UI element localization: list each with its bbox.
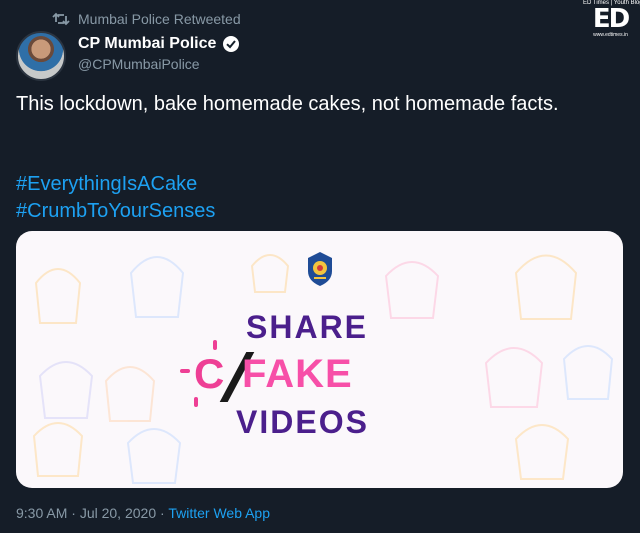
spark-mark [213, 340, 217, 350]
tweet-footer: 9:30 AM · Jul 20, 2020 · Twitter Web App [16, 505, 270, 521]
cake-c-letter: C [194, 350, 225, 397]
spark-mark [180, 369, 190, 373]
author-name[interactable]: CP Mumbai Police [78, 35, 216, 53]
fake-text-group: C FAKE [194, 348, 414, 402]
footer-separator: · [156, 505, 169, 521]
hashtag-link[interactable]: #EverythingIsACake [16, 171, 215, 198]
tweet-text: This lockdown, bake homemade cakes, not … [16, 93, 559, 115]
hashtag-link[interactable]: #CrumbToYourSenses [16, 198, 215, 225]
watermark-logo-text: ED [592, 4, 630, 34]
share-text: SHARE [246, 309, 369, 345]
watermark-logo: ED Times | Youth Blog ED www.edtimes.in [583, 0, 640, 44]
tweet-card: Mumbai Police Retweeted CP Mumbai Police… [0, 0, 640, 533]
videos-text: VIDEOS [236, 404, 369, 440]
mumbai-police-emblem-icon [301, 250, 339, 288]
author-block[interactable]: CP Mumbai Police @CPMumbaiPolice [78, 35, 240, 72]
watermark-url: www.edtimes.in [593, 32, 628, 38]
tweet-time[interactable]: 9:30 AM [16, 505, 67, 521]
retweet-label: Mumbai Police Retweeted [78, 11, 241, 27]
verified-badge-icon [222, 35, 240, 53]
avatar[interactable] [16, 31, 66, 81]
fake-text: FAKE [242, 352, 353, 396]
hashtag-list: #EverythingIsACake #CrumbToYourSenses [16, 171, 215, 225]
footer-separator: · [67, 505, 80, 521]
tweet-source-link[interactable]: Twitter Web App [168, 505, 270, 521]
retweet-indicator[interactable]: Mumbai Police Retweeted [52, 11, 241, 27]
retweet-icon [52, 12, 70, 26]
tweet-date[interactable]: Jul 20, 2020 [80, 505, 156, 521]
tweet-media-image[interactable]: SHARE C FAKE VIDEOS [16, 231, 623, 488]
author-handle[interactable]: @CPMumbaiPolice [78, 56, 240, 72]
spark-mark [194, 397, 198, 407]
